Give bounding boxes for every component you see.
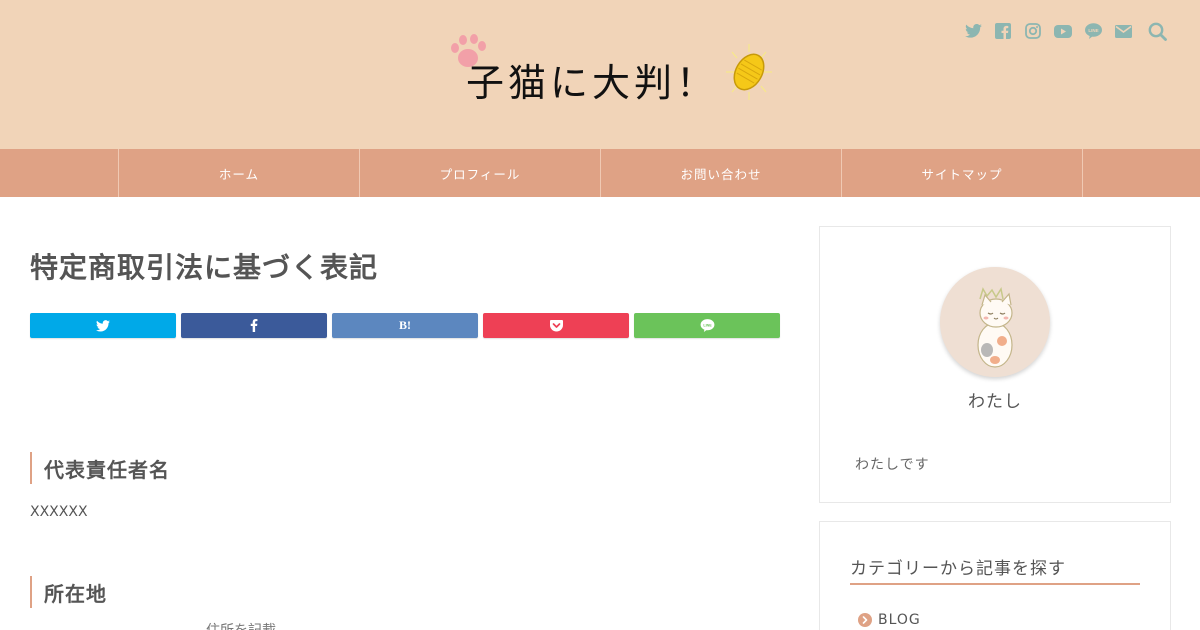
pocket-icon [549, 319, 563, 331]
twitter-icon [96, 319, 110, 332]
share-facebook-button[interactable] [181, 313, 327, 338]
nav-item-profile[interactable]: プロフィール [359, 149, 600, 197]
header-social-icons: LINE [958, 20, 1174, 42]
share-hatena-button[interactable]: B! [332, 313, 478, 338]
share-pocket-button[interactable] [483, 313, 629, 338]
section-body-representative: XXXXXX [30, 504, 88, 520]
search-icon[interactable] [1140, 20, 1174, 42]
nav-item-label: サイトマップ [921, 166, 1003, 182]
site-header: 子猫に大判！ LINE [0, 0, 1200, 149]
facebook-icon [250, 319, 258, 332]
page-title: 特定商取引法に基づく表記 [30, 251, 379, 284]
svg-text:LINE: LINE [1088, 28, 1098, 33]
profile-description: わたしです [855, 457, 930, 473]
site-logo-text: 子猫に大判！ [466, 61, 719, 105]
youtube-icon[interactable] [1048, 20, 1078, 42]
nav-item-contact[interactable]: お問い合わせ [600, 149, 841, 197]
nav-divider [1082, 149, 1083, 197]
avatar[interactable] [940, 267, 1050, 377]
section-body-address: 住所を記載 [206, 620, 276, 630]
facebook-icon[interactable] [988, 20, 1018, 42]
profile-widget: わたし わたしです [819, 226, 1171, 503]
mail-icon[interactable] [1108, 20, 1138, 42]
hatena-label: B! [399, 318, 411, 332]
category-widget-title: カテゴリーから記事を探す [850, 554, 1140, 585]
cat-illustration [940, 267, 1050, 377]
profile-name: わたし [968, 392, 1022, 412]
chevron-right-icon [858, 613, 872, 627]
nav-item-home[interactable]: ホーム [118, 149, 359, 197]
instagram-icon[interactable] [1018, 20, 1048, 42]
category-item-blog[interactable]: BLOG [858, 612, 921, 628]
category-widget: カテゴリーから記事を探す BLOG [819, 521, 1171, 630]
share-twitter-button[interactable] [30, 313, 176, 338]
svg-text:LINE: LINE [703, 323, 712, 327]
line-icon: LINE [700, 319, 714, 332]
global-nav: ホーム プロフィール お問い合わせ サイトマップ [0, 149, 1200, 197]
category-item-label: BLOG [878, 612, 921, 628]
share-line-button[interactable]: LINE [634, 313, 780, 338]
section-heading-address: 所在地 [30, 576, 107, 608]
twitter-icon[interactable] [958, 20, 988, 42]
site-logo[interactable]: 子猫に大判！ [446, 32, 776, 105]
nav-item-sitemap[interactable]: サイトマップ [841, 149, 1082, 197]
line-icon[interactable]: LINE [1078, 20, 1108, 42]
share-buttons: B! LINE [30, 313, 780, 338]
koban-coin-icon [726, 44, 772, 100]
nav-item-label: プロフィール [439, 166, 521, 182]
section-heading-representative: 代表責任者名 [30, 452, 170, 484]
nav-item-label: お問い合わせ [680, 166, 762, 182]
nav-item-label: ホーム [218, 166, 260, 182]
